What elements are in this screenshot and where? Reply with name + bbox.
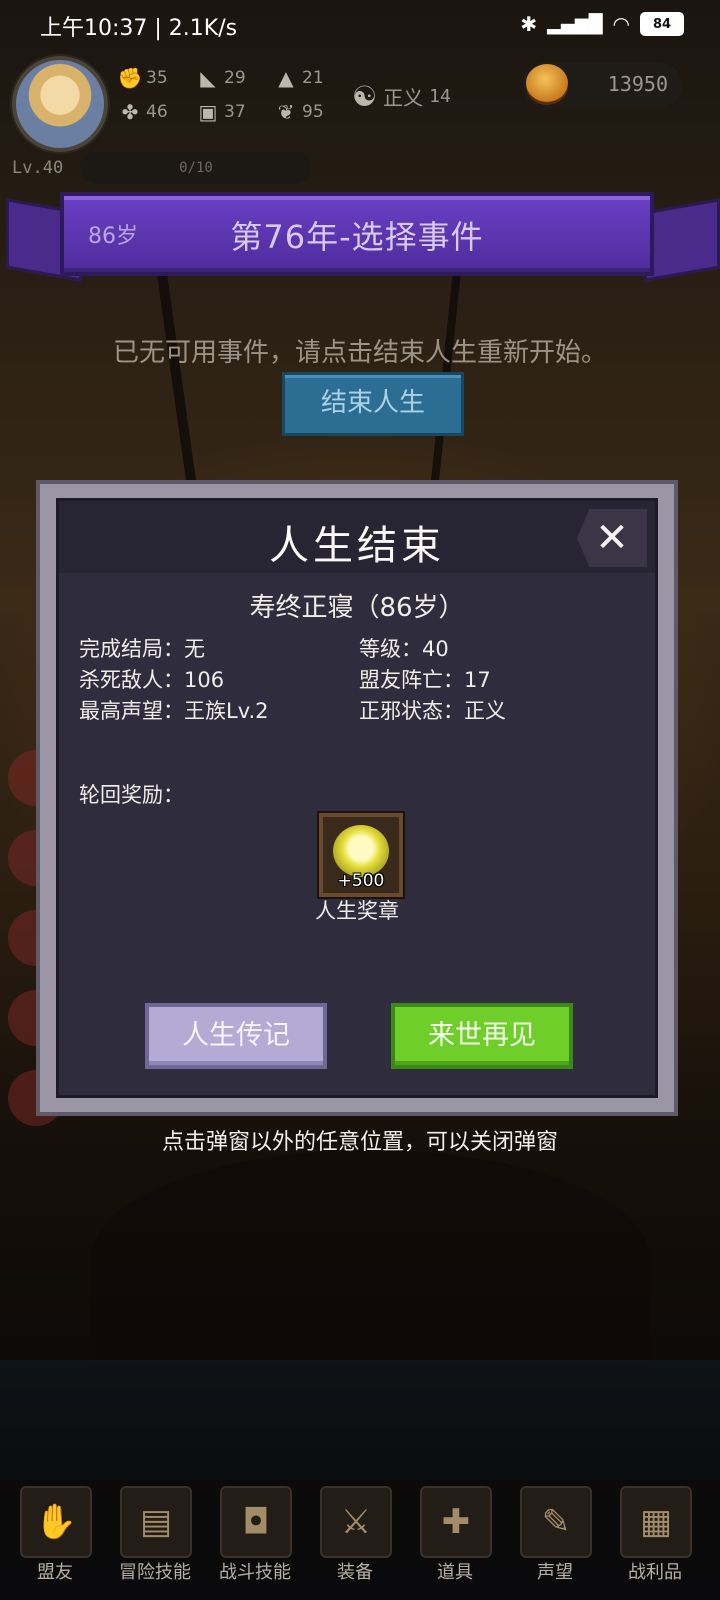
stat-agility: ◣ 29 [196,66,245,90]
bluetooth-icon: ✱ [520,12,538,36]
swords-icon: ⚔ [320,1486,392,1558]
clover-icon: ✤ [121,100,139,124]
gold-amount: 13950 [607,72,668,96]
end-life-button[interactable]: 结束人生 [282,372,464,436]
battery-level: 84 [652,16,672,32]
life-end-dialog: 人生结束 ✕ 寿终正寝（86岁） 完成结局：无 等级：40 杀死敌人：106 盟… [36,480,678,1116]
nav-combat-skills[interactable]: ◘ 战斗技能 [210,1480,300,1600]
close-hint: 点击弹窗以外的任意位置，可以关闭弹窗 [161,1130,558,1155]
status-bar: 上午10:37 | 2.1K/s ✱ ▂▄▆█ ◠ 84 [0,0,720,52]
stat-luck: ✤ 46 [118,100,168,124]
info-reputation: 最高声望：王族Lv.2 [79,699,269,723]
death-cause: 寿终正寝（86岁） [249,593,465,623]
player-avatar[interactable] [12,56,108,152]
info-level: 等级：40 [359,637,449,661]
nav-adventure-skills[interactable]: ▤ 冒险技能 [110,1480,200,1600]
dialog-title: 人生结束 [269,523,445,569]
status-time: 上午10:37 | 2.1K/s [40,16,238,41]
handshake-icon: ✋ [20,1486,92,1558]
armor-icon: ▣ [198,100,218,124]
year-event-title: 第76年-选择事件 [230,218,484,256]
signal-icon: ▂▄▆█ [547,13,603,35]
book-icon: ▤ [120,1486,192,1558]
battery-icon: 84 [640,12,684,36]
yin-yang-icon: ☯ [352,80,378,113]
banner-ribbon-right [644,198,720,282]
close-icon: ✕ [595,515,629,561]
nav-reputation[interactable]: ✎ 声望 [510,1480,600,1600]
nav-items[interactable]: ✚ 道具 [410,1480,500,1600]
wifi-icon: ◠ [612,12,630,36]
stat-strength: ✊ 35 [117,66,168,90]
scroll-icon: ✎ [520,1486,592,1558]
wizard-hat-icon: ▲ [278,66,294,90]
nav-loot[interactable]: ▦ 战利品 [610,1480,700,1600]
info-ally-deaths: 盟友阵亡：17 [359,668,491,692]
year-banner: 86岁 第76年-选择事件 [60,192,654,276]
reward-label: 轮回奖励： [79,783,184,807]
gold-counter[interactable]: 13950 [522,62,682,108]
wings-icon: ❦ [277,100,295,124]
chest-icon: ▦ [620,1486,692,1558]
reward-name: 人生奖章 [315,899,399,923]
info-kills: 杀死敌人：106 [79,668,225,692]
fist-icon: ✊ [117,66,143,90]
reward-count: +500 [337,871,385,891]
gold-coin-icon [526,64,568,102]
stat-defense: ▣ 37 [196,100,246,124]
biography-button[interactable]: 人生传记 [145,1003,327,1069]
dialog-header: 人生结束 ✕ [59,501,655,573]
info-alignment: 正邪状态：正义 [359,699,506,723]
nav-allies[interactable]: ✋ 盟友 [10,1480,100,1600]
xp-bar: 0/10 [80,152,312,184]
nav-equipment[interactable]: ⚔ 装备 [310,1480,400,1600]
stat-magic: ▲ 21 [274,66,323,90]
reward-item[interactable]: +500 [319,813,403,897]
amulet-icon: ✚ [420,1486,492,1558]
medal-icon [333,825,389,877]
alignment-status: ☯ 正义 14 [352,80,451,113]
sea [0,1360,720,1480]
info-ending: 完成结局：无 [79,637,205,661]
boot-icon: ◣ [200,66,216,90]
next-life-button[interactable]: 来世再见 [391,1003,573,1069]
ship-hull [90,1150,650,1370]
stat-spirit: ❦ 95 [274,100,324,124]
no-event-message: 已无可用事件，请点击结束人生重新开始。 [112,338,607,368]
backpack-icon: ◘ [220,1486,292,1558]
player-level: Lv.40 [12,158,64,178]
bottom-nav: ✋ 盟友 ▤ 冒险技能 ◘ 战斗技能 ⚔ 装备 ✚ 道具 ✎ 声望 ▦ 战利品 [0,1480,720,1600]
close-button[interactable]: ✕ [577,509,647,567]
